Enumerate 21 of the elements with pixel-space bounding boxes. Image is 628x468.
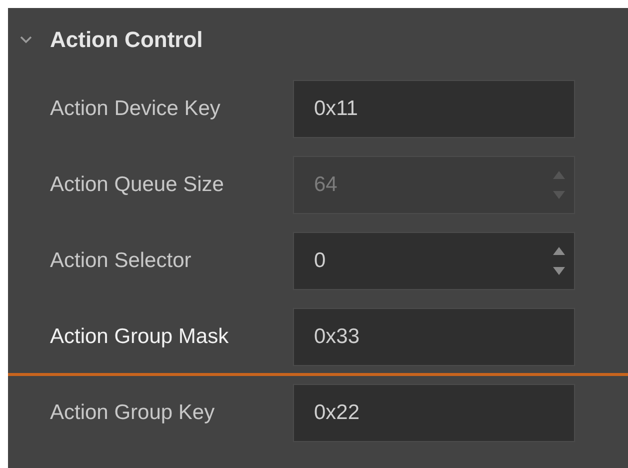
spinner-arrows-icon[interactable]: [552, 244, 566, 276]
value-field[interactable]: 0x11: [293, 80, 575, 138]
value-field[interactable]: 0x33: [293, 308, 575, 366]
section-title: Action Control: [50, 27, 203, 53]
field-value: 0: [314, 248, 326, 272]
property-label: Action Device Key: [49, 96, 222, 120]
property-row[interactable]: Action Group Key 0x22: [8, 376, 628, 452]
property-label: Action Group Key: [49, 400, 216, 424]
field-value: 0x11: [314, 96, 358, 120]
property-row[interactable]: Action Device Key 0x11: [8, 72, 628, 148]
field-value: 0x33: [314, 324, 360, 348]
value-field[interactable]: 0x22: [293, 384, 575, 442]
property-label: Action Queue Size: [49, 172, 225, 196]
value-field[interactable]: 0: [293, 232, 575, 290]
property-label: Action Selector: [49, 248, 192, 272]
chevron-icon[interactable]: [20, 36, 32, 44]
field-value: 64: [314, 172, 338, 196]
property-row[interactable]: Action Group Mask 0x33: [8, 300, 628, 376]
property-label: Action Group Mask: [49, 324, 230, 348]
property-row[interactable]: Action Selector 0: [8, 224, 628, 300]
field-value: 0x22: [314, 400, 360, 424]
